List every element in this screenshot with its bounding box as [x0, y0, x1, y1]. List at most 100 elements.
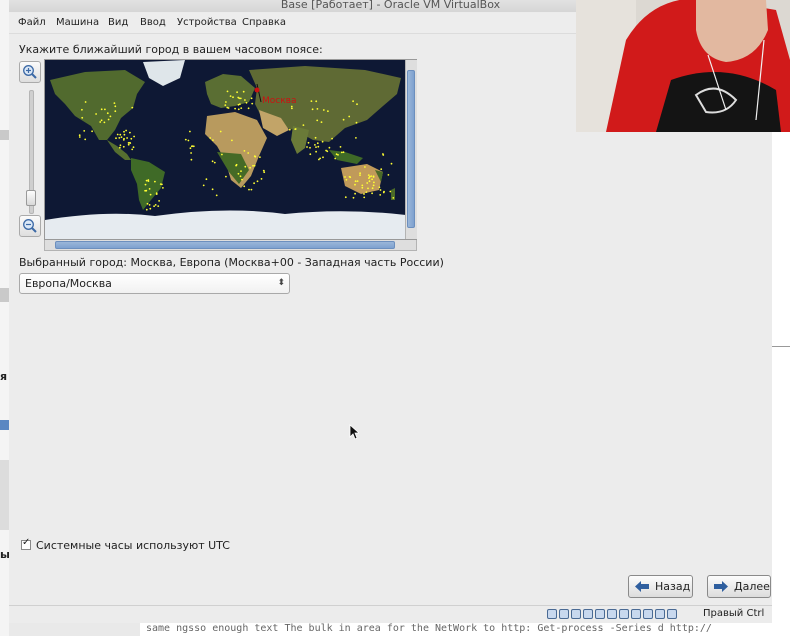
city-dot[interactable] — [356, 103, 358, 106]
shared-folders-icon[interactable] — [607, 609, 617, 619]
city-dot[interactable] — [316, 142, 319, 145]
map-horizontal-scroll-thumb[interactable] — [55, 241, 395, 249]
city-dot[interactable] — [153, 205, 155, 208]
city-dot[interactable] — [340, 151, 343, 154]
city-dot[interactable] — [291, 107, 293, 110]
city-dot[interactable] — [189, 147, 192, 150]
city-dot[interactable] — [100, 108, 103, 111]
city-dot[interactable] — [212, 139, 214, 141]
city-dot[interactable] — [237, 172, 240, 175]
city-dot[interactable] — [243, 150, 246, 152]
city-dot[interactable] — [339, 146, 342, 148]
city-dot[interactable] — [229, 95, 232, 97]
city-dot[interactable] — [232, 96, 234, 99]
city-dot[interactable] — [387, 174, 390, 176]
menu-help[interactable]: Справка — [242, 17, 286, 28]
city-dot[interactable] — [380, 168, 383, 171]
city-dot[interactable] — [328, 146, 331, 149]
city-dot[interactable] — [334, 157, 337, 160]
city-dot[interactable] — [263, 171, 266, 174]
city-dot[interactable] — [81, 108, 83, 111]
city-dot[interactable] — [259, 156, 261, 158]
city-dot[interactable] — [288, 128, 291, 131]
city-dot[interactable] — [91, 130, 93, 133]
city-dot[interactable] — [205, 178, 208, 181]
city-dot[interactable] — [231, 139, 233, 142]
city-dot[interactable] — [211, 160, 214, 163]
edit-icon[interactable] — [595, 609, 605, 619]
city-dot[interactable] — [342, 118, 345, 121]
city-dot[interactable] — [262, 169, 265, 172]
city-dot[interactable] — [322, 156, 324, 159]
city-dot[interactable] — [367, 187, 369, 190]
city-dot[interactable] — [106, 112, 109, 115]
city-dot[interactable] — [354, 192, 356, 195]
city-dot[interactable] — [363, 196, 366, 199]
city-dot[interactable] — [120, 136, 123, 138]
city-dot[interactable] — [361, 184, 364, 187]
city-dot[interactable] — [154, 204, 157, 206]
city-dot[interactable] — [162, 187, 164, 189]
city-dot[interactable] — [113, 102, 116, 104]
city-dot[interactable] — [83, 130, 86, 132]
city-dot[interactable] — [148, 188, 151, 190]
city-dot[interactable] — [253, 164, 256, 167]
city-dot[interactable] — [249, 166, 252, 169]
city-dot[interactable] — [247, 107, 250, 110]
city-dot[interactable] — [250, 188, 253, 191]
city-dot[interactable] — [213, 161, 216, 164]
zoom-slider-handle[interactable] — [26, 190, 36, 206]
city-dot[interactable] — [379, 189, 382, 191]
city-dot[interactable] — [372, 175, 375, 178]
city-dot[interactable] — [240, 107, 243, 109]
city-dot[interactable] — [260, 178, 263, 180]
city-dot[interactable] — [236, 91, 239, 94]
city-dot[interactable] — [317, 145, 320, 148]
arrow-icon[interactable] — [655, 609, 665, 619]
city-dot[interactable] — [149, 207, 152, 210]
city-dot[interactable] — [190, 145, 193, 148]
city-dot[interactable] — [104, 108, 106, 111]
city-dot[interactable] — [237, 96, 240, 99]
city-dot[interactable] — [348, 115, 351, 118]
city-dot[interactable] — [321, 140, 324, 143]
city-dot[interactable] — [366, 182, 369, 184]
city-dot[interactable] — [371, 187, 374, 190]
city-dot[interactable] — [239, 103, 241, 105]
city-dot[interactable] — [315, 146, 317, 148]
city-dot[interactable] — [367, 174, 370, 176]
zoom-out-button[interactable] — [19, 215, 41, 237]
city-dot[interactable] — [129, 131, 131, 134]
video-capture-icon[interactable] — [631, 609, 641, 619]
city-dot[interactable] — [247, 152, 250, 154]
zoom-in-button[interactable] — [19, 61, 41, 83]
timezone-select[interactable]: Европа/Москва ⬍ — [19, 273, 290, 294]
city-dot[interactable] — [78, 136, 81, 138]
city-dot[interactable] — [309, 153, 312, 156]
city-dot[interactable] — [294, 128, 297, 130]
menu-machine[interactable]: Машина — [56, 17, 99, 28]
city-dot[interactable] — [100, 119, 103, 122]
city-dot[interactable] — [352, 196, 355, 199]
city-dot[interactable] — [378, 186, 381, 189]
city-dot[interactable] — [221, 153, 223, 156]
city-dot[interactable] — [147, 179, 150, 181]
city-dot[interactable] — [325, 149, 327, 152]
city-dot[interactable] — [327, 110, 329, 113]
city-dot[interactable] — [145, 208, 148, 211]
city-dot[interactable] — [130, 137, 133, 140]
city-dot[interactable] — [318, 158, 320, 161]
city-dot[interactable] — [95, 113, 97, 115]
city-dot[interactable] — [354, 183, 356, 186]
city-dot[interactable] — [123, 130, 125, 133]
city-dot[interactable] — [154, 180, 156, 183]
city-dot[interactable] — [184, 138, 187, 141]
city-dot[interactable] — [107, 118, 110, 121]
city-dot[interactable] — [368, 176, 371, 178]
city-dot[interactable] — [342, 151, 345, 154]
city-dot[interactable] — [392, 197, 395, 199]
city-dot[interactable] — [344, 176, 346, 178]
city-dot[interactable] — [302, 124, 305, 126]
city-dot[interactable] — [158, 200, 160, 202]
city-dot[interactable] — [311, 108, 314, 111]
